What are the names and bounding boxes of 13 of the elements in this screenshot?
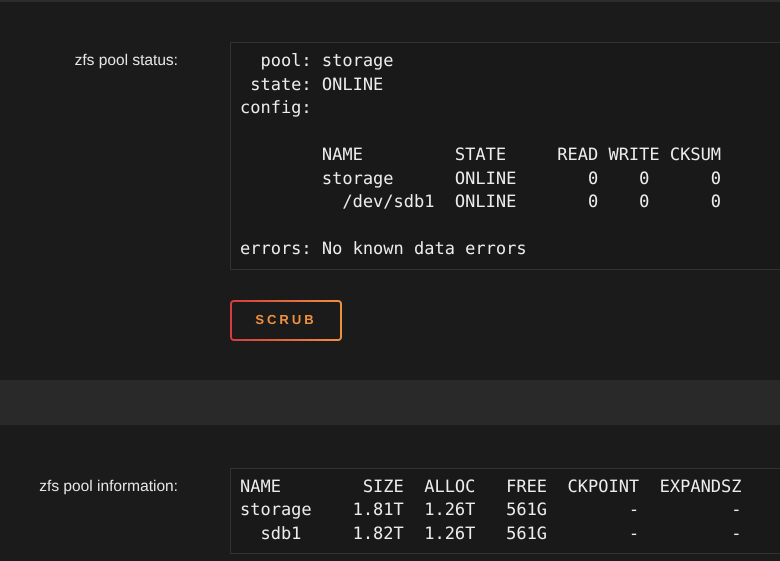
output-line: storage ONLINE 0 0 0 xyxy=(320,168,722,190)
output-line: sdb1 1.82T 1.26T 561G - - xyxy=(259,522,743,546)
output-line: storage 1.81T 1.26T 561G - - xyxy=(240,499,743,522)
output-line: state: ONLINE xyxy=(249,74,384,96)
output-line: NAME SIZE ALLOC FREE CKPOINT EXPANDSZ xyxy=(240,476,743,498)
output-line: config: xyxy=(240,97,313,120)
field-label: zfs pool information: xyxy=(38,476,178,496)
field-label: zfs pool status: xyxy=(74,51,178,71)
output-line: errors: No known data errors xyxy=(240,238,528,261)
output-line: NAME STATE READ WRITE CKSUM xyxy=(320,144,722,167)
output-line: /dev/sdb1 ONLINE 0 0 0 xyxy=(341,191,722,214)
scrub-button[interactable]: SCRUB xyxy=(230,300,342,340)
output-line: pool: storage xyxy=(259,50,395,73)
